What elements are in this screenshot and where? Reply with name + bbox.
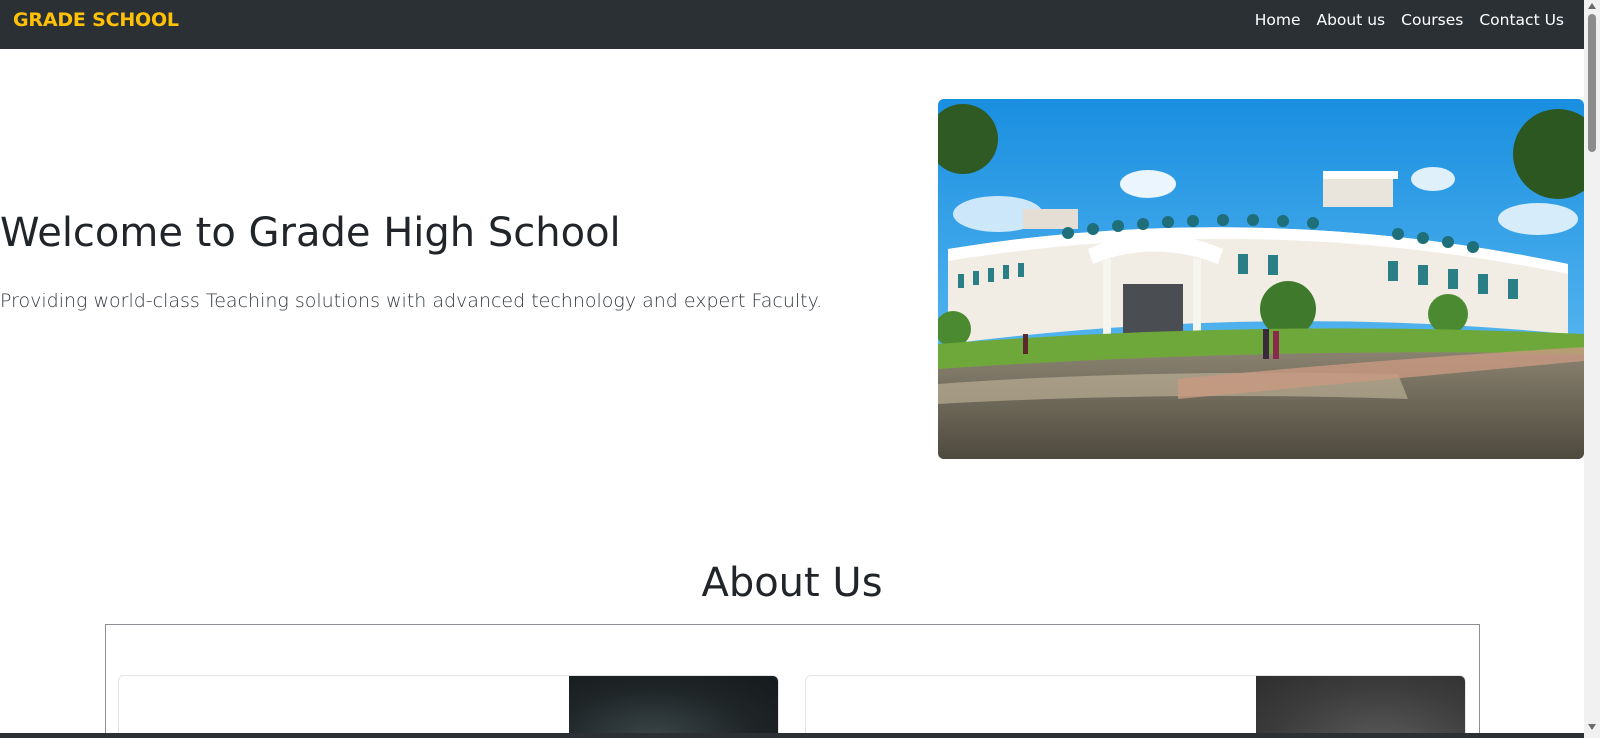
hero-title: Welcome to Grade High School xyxy=(0,210,621,256)
hero-subtitle: Providing world-class Teaching solutions… xyxy=(0,290,823,312)
nav-link-home[interactable]: Home xyxy=(1255,11,1301,29)
card-image xyxy=(569,676,778,738)
vertical-scrollbar[interactable] xyxy=(1584,0,1600,738)
school-building-image xyxy=(938,99,1584,459)
brand-logo[interactable]: GRADE SCHOOL xyxy=(13,9,179,31)
nav-link-contact[interactable]: Contact Us xyxy=(1479,11,1564,29)
scrollbar-thumb[interactable] xyxy=(1588,14,1596,152)
about-us-title: About Us xyxy=(701,560,883,606)
scroll-up-arrow-icon[interactable] xyxy=(1588,3,1596,9)
nav-link-about[interactable]: About us xyxy=(1316,11,1385,29)
nav-links: Home About us Courses Contact Us xyxy=(1255,11,1564,29)
card-image xyxy=(1256,676,1465,738)
about-card xyxy=(805,675,1466,738)
scroll-down-arrow-icon[interactable] xyxy=(1588,724,1596,730)
about-card xyxy=(118,675,779,738)
navbar: GRADE SCHOOL Home About us Courses Conta… xyxy=(0,0,1584,49)
nav-link-courses[interactable]: Courses xyxy=(1401,11,1463,29)
window-bottom-edge xyxy=(0,733,1584,738)
